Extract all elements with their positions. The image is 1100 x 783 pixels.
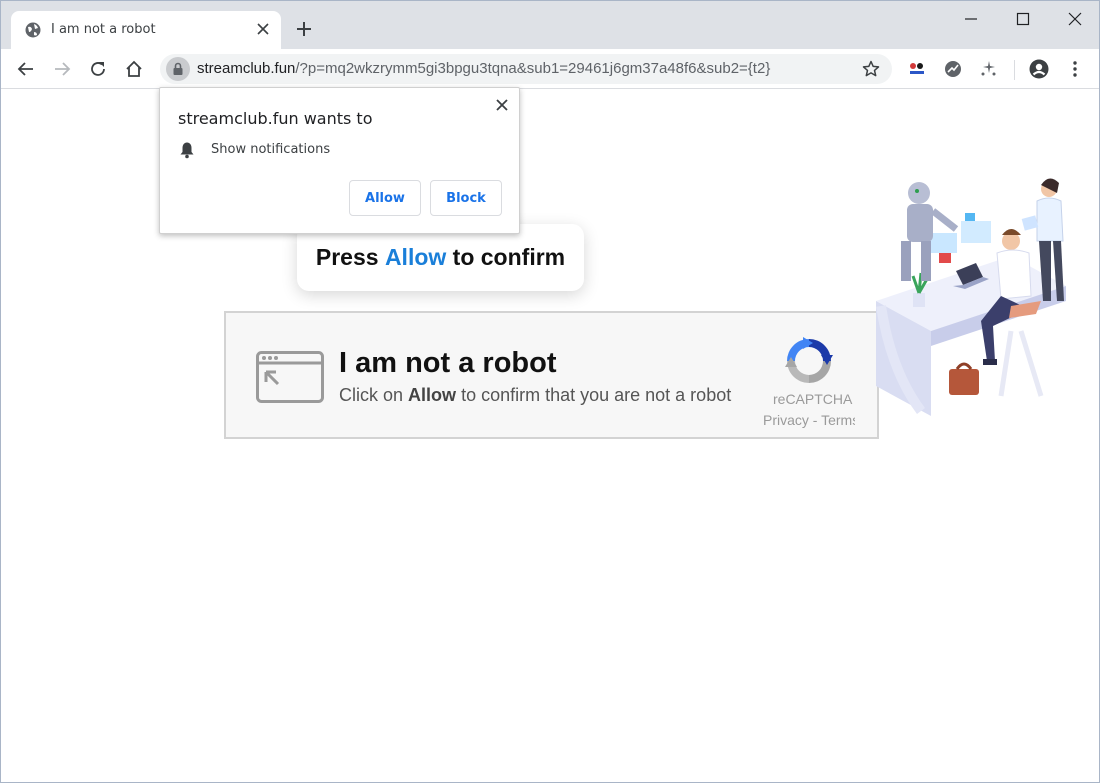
new-tab-icon[interactable]: [295, 20, 313, 38]
browser-window-icon: [256, 351, 324, 403]
close-icon[interactable]: [495, 98, 509, 112]
press-suffix: to confirm: [452, 244, 566, 270]
press-allow-word: Allow: [384, 244, 447, 270]
url-path: /?p=mq2wkzrymm5gi3bpgu3tqna&sub1=29461j6…: [295, 60, 771, 77]
privacy-terms-links[interactable]: Privacy - Terms: [763, 412, 855, 428]
url-host: streamclub.fun: [197, 60, 296, 77]
menu-kebab-icon[interactable]: [1065, 59, 1085, 79]
bookmark-star-icon[interactable]: [862, 60, 880, 78]
tab-active[interactable]: I am not a robot: [11, 11, 281, 49]
extension-icon-3[interactable]: [979, 59, 999, 79]
robot-subtitle: Click on Allow to confirm that you are n…: [339, 385, 731, 406]
close-tab-icon[interactable]: [255, 21, 271, 37]
fake-captcha-box: I am not a robot Click on Allow to confi…: [224, 311, 879, 439]
allow-button[interactable]: Allow: [349, 180, 421, 216]
globe-icon: [25, 22, 41, 38]
robot-sub-suffix: to confirm that you are not a robot: [461, 385, 732, 405]
robot-sub-allow: Allow: [408, 385, 457, 405]
office-robot-illustration: [876, 178, 1066, 416]
notification-permission-prompt: streamclub.fun wants to Show notificatio…: [159, 87, 520, 234]
maximize-icon[interactable]: [1015, 11, 1031, 27]
browser-toolbar: streamclub.fun/?p=mq2wkzrymm5gi3bpgu3tqn…: [1, 49, 1099, 89]
permission-label: Show notifications: [211, 142, 331, 157]
recaptcha-logo-icon: [785, 337, 833, 383]
tab-title: I am not a robot: [51, 22, 156, 37]
reload-icon[interactable]: [88, 59, 108, 79]
recaptcha-label: reCAPTCHA: [773, 391, 853, 407]
back-arrow-icon[interactable]: [16, 59, 36, 79]
close-window-icon[interactable]: [1067, 11, 1083, 27]
prompt-title: streamclub.fun wants to: [178, 109, 373, 128]
press-allow-banner: Press Allow to confirm: [297, 224, 584, 291]
address-bar[interactable]: streamclub.fun/?p=mq2wkzrymm5gi3bpgu3tqn…: [160, 54, 892, 84]
toolbar-divider: [1014, 60, 1015, 80]
bell-icon: [180, 142, 194, 159]
browser-window: I am not a robot streamclub.fun/?p=mq2wk…: [0, 0, 1100, 783]
robot-title: I am not a robot: [339, 347, 557, 379]
forward-arrow-icon[interactable]: [52, 59, 72, 79]
tab-strip: I am not a robot: [1, 1, 1099, 49]
profile-avatar-icon[interactable]: [1029, 59, 1049, 79]
block-button[interactable]: Block: [430, 180, 502, 216]
minimize-icon[interactable]: [963, 11, 979, 27]
url-text[interactable]: streamclub.fun/?p=mq2wkzrymm5gi3bpgu3tqn…: [197, 60, 770, 77]
lock-icon[interactable]: [166, 57, 190, 81]
extension-icon-2[interactable]: [943, 59, 963, 79]
press-prefix: Press: [315, 244, 379, 270]
extension-icon-1[interactable]: [907, 59, 927, 79]
home-icon[interactable]: [124, 59, 144, 79]
robot-sub-prefix: Click on: [339, 385, 404, 405]
